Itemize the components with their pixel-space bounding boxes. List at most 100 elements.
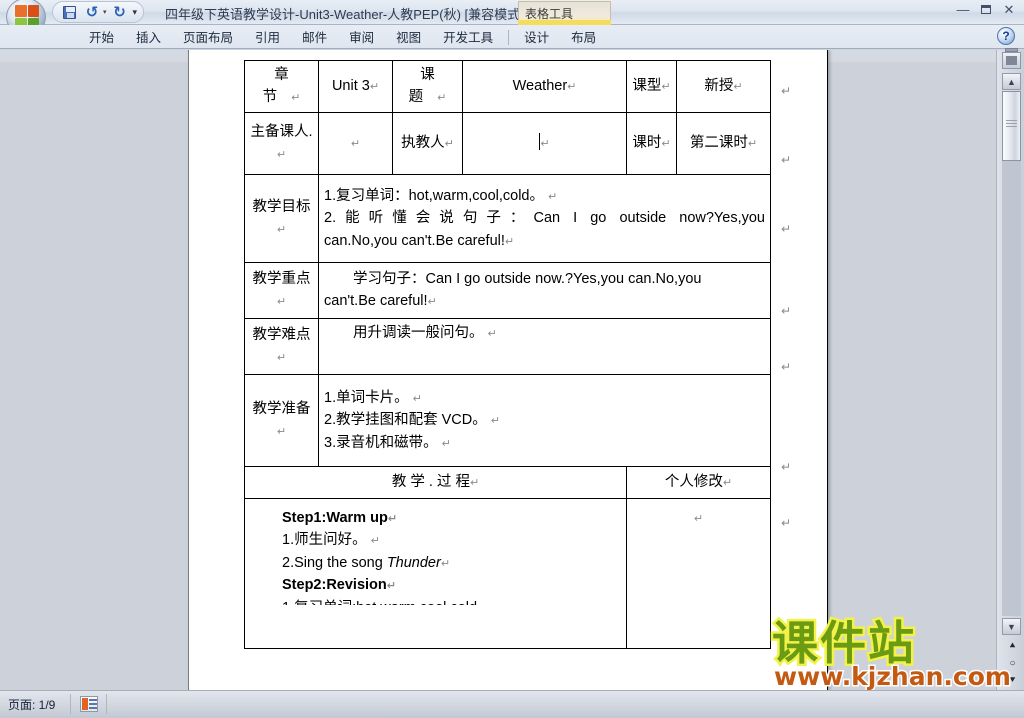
cell-value-periods[interactable]: 第二课时↵ xyxy=(676,111,771,175)
cell-value-difficulty[interactable]: 用升调读一般问句。 ↵ xyxy=(318,317,771,375)
tab-separator xyxy=(508,29,510,45)
undo-dropdown-caret-icon[interactable]: ▾ xyxy=(103,8,107,16)
document-map-icon[interactable] xyxy=(80,696,98,712)
cell-label-objectives[interactable]: 教学目标↵ xyxy=(244,173,319,263)
cell-value-chapter[interactable]: Unit 3↵ xyxy=(318,60,393,113)
cell-personal-edit-body[interactable]: ↵ xyxy=(626,497,771,649)
pilcrow-icon: ↵ xyxy=(661,81,671,94)
table-row-difficulty[interactable]: 教学难点↵ 用升调读一般问句。 ↵ xyxy=(244,317,771,375)
cell-label-preparation[interactable]: 教学准备↵ xyxy=(244,373,319,467)
table-row-process-body[interactable]: Step1:Warm up↵ 1.师生问好。 ↵ 2.Sing the song… xyxy=(244,497,771,649)
tab-developer[interactable]: 开发工具 xyxy=(432,24,504,50)
tab-page-layout[interactable]: 页面布局 xyxy=(172,24,244,50)
pilcrow-icon: ↵ xyxy=(412,392,422,405)
tab-home[interactable]: 开始 xyxy=(78,24,125,50)
cell-personal-edit-header[interactable]: 个人修改↵ xyxy=(626,465,771,499)
pilcrow-icon: ↵ xyxy=(370,535,380,548)
close-button[interactable]: ✕ xyxy=(1002,3,1016,17)
customize-qat-caret-icon[interactable]: ▾ xyxy=(133,7,138,18)
vertical-scrollbar[interactable]: ▲ ▼ ⯅ ○ ⯆ xyxy=(996,48,1024,690)
table-row-chapter[interactable]: 章 节↵ Unit 3↵ 课 题↵ Weather↵ 课型↵ 新授↵ xyxy=(244,60,771,113)
preparation-line-3: 3.录音机和磁带。 ↵ xyxy=(324,434,451,451)
cell-label-key-point[interactable]: 教学重点↵ xyxy=(244,261,319,319)
step2-title: Step2:Revision↵ xyxy=(282,577,396,594)
preparation-line-1: 1.单词卡片。 ↵ xyxy=(324,389,422,406)
pilcrow-icon: ↵ xyxy=(350,138,361,151)
cell-label-chapter[interactable]: 章 节↵ xyxy=(244,60,319,113)
page-indicator[interactable]: 页面: 1/9 xyxy=(8,696,55,713)
document-page[interactable]: 章 节↵ Unit 3↵ 课 题↵ Weather↵ 课型↵ 新授↵ 主备课人.… xyxy=(188,50,828,690)
cell-label-instructor[interactable]: 执教人↵ xyxy=(392,111,463,175)
tab-layout[interactable]: 布局 xyxy=(560,24,607,50)
lesson-plan-table[interactable]: 章 节↵ Unit 3↵ 课 题↵ Weather↵ 课型↵ 新授↵ 主备课人.… xyxy=(244,60,771,649)
cell-label-topic[interactable]: 课 题↵ xyxy=(392,60,463,113)
cell-label-difficulty[interactable]: 教学难点↵ xyxy=(244,317,319,375)
scrollbar-track[interactable] xyxy=(1002,91,1021,616)
cell-value-preparation[interactable]: 1.单词卡片。 ↵ 2.教学挂图和配套 VCD。 ↵ 3.录音机和磁带。 ↵ xyxy=(318,373,771,467)
step1-item-1: 1.师生问好。 ↵ xyxy=(282,532,380,549)
help-button[interactable]: ? xyxy=(997,27,1015,45)
cell-process-header[interactable]: 教 学 . 过 程↵ xyxy=(244,465,627,499)
objective-line-1: 1.复习单词：hot,warm,cool,cold。 ↵ xyxy=(324,187,558,204)
window-controls: — ✕ xyxy=(956,3,1016,17)
pilcrow-icon: ↵ xyxy=(540,138,550,151)
undo-button[interactable]: ↺ xyxy=(82,3,102,21)
pilcrow-icon: ↵ xyxy=(693,512,704,525)
preparation-line-2: 2.教学挂图和配套 VCD。 ↵ xyxy=(324,412,500,429)
minimize-button[interactable]: — xyxy=(956,3,970,17)
pilcrow-icon: ↵ xyxy=(444,138,454,151)
watermark-url: www.kjzhan.com xyxy=(773,661,1013,693)
status-divider xyxy=(70,694,71,714)
quick-access-toolbar: ↺ ▾ ↻ ▾ xyxy=(52,1,145,23)
table-row-preparation[interactable]: 教学准备↵ 1.单词卡片。 ↵ 2.教学挂图和配套 VCD。 ↵ 3.录音机和磁… xyxy=(244,373,771,467)
cell-process-body[interactable]: Step1:Warm up↵ 1.师生问好。 ↵ 2.Sing the song… xyxy=(244,497,627,649)
pilcrow-icon: ↵ xyxy=(733,81,743,94)
document-workspace[interactable]: 章 节↵ Unit 3↵ 课 题↵ Weather↵ 课型↵ 新授↵ 主备课人.… xyxy=(0,50,996,690)
split-view-button[interactable] xyxy=(1002,52,1021,69)
cell-label-main-preparer[interactable]: 主备课人.↵ xyxy=(244,111,319,175)
cell-value-instructor[interactable]: ↵ xyxy=(462,111,627,175)
paragraph-mark-icon: ↵ xyxy=(781,222,792,236)
pilcrow-icon: ↵ xyxy=(441,437,451,450)
scroll-up-button[interactable]: ▲ xyxy=(1002,73,1021,90)
tab-mailings[interactable]: 邮件 xyxy=(291,24,338,50)
cell-value-topic[interactable]: Weather↵ xyxy=(462,60,627,113)
tab-design[interactable]: 设计 xyxy=(513,24,560,50)
pilcrow-icon: ↵ xyxy=(487,327,497,340)
pilcrow-icon: ↵ xyxy=(369,81,380,94)
pilcrow-icon: ↵ xyxy=(490,415,500,428)
pilcrow-icon: ↵ xyxy=(276,426,287,439)
cell-value-main-preparer[interactable]: ↵ xyxy=(318,111,393,175)
pilcrow-icon: ↵ xyxy=(276,352,287,365)
document-title: 四年级下英语教学设计-Unit3-Weather-人教PEP(秋) [兼容模式]… xyxy=(165,4,540,23)
pilcrow-icon: ↵ xyxy=(427,296,437,309)
tab-insert[interactable]: 插入 xyxy=(125,24,172,50)
paragraph-mark-icon: ↵ xyxy=(781,516,792,530)
scrollbar-thumb[interactable] xyxy=(1002,91,1021,161)
tab-review[interactable]: 审阅 xyxy=(338,24,385,50)
pilcrow-icon: ↵ xyxy=(291,92,301,105)
cell-label-lesson-type[interactable]: 课型↵ xyxy=(626,60,677,113)
tab-view[interactable]: 视图 xyxy=(385,24,432,50)
cell-value-key-point[interactable]: 学习句子：Can I go outside now.?Yes,you can.N… xyxy=(318,261,771,319)
pilcrow-icon: ↵ xyxy=(276,296,287,309)
table-row-process-header[interactable]: 教 学 . 过 程↵ 个人修改↵ xyxy=(244,465,771,499)
ribbon-tabs: 开始 插入 页面布局 引用 邮件 审阅 视图 开发工具 设计 布局 xyxy=(78,25,607,49)
title-bar: ↺ ▾ ↻ ▾ 四年级下英语教学设计-Unit3-Weather-人教PEP(秋… xyxy=(0,0,1024,36)
pilcrow-icon: ↵ xyxy=(722,477,733,490)
scrollbar-grip-icon xyxy=(1006,120,1017,127)
cell-value-objectives[interactable]: 1.复习单词：hot,warm,cool,cold。 ↵ 2.能听懂会说句子：C… xyxy=(318,173,771,263)
tab-references[interactable]: 引用 xyxy=(244,24,291,50)
table-row-teachers[interactable]: 主备课人.↵ ↵ 执教人↵ ↵ 课时↵ 第二课时↵ xyxy=(244,111,771,175)
step1-item-2: 2.Sing the song Thunder↵ xyxy=(282,554,451,571)
key-point-line-2: can't.Be careful!↵ xyxy=(324,293,437,310)
cell-label-periods[interactable]: 课时↵ xyxy=(626,111,677,175)
table-row-objectives[interactable]: 教学目标↵ 1.复习单词：hot,warm,cool,cold。 ↵ 2.能听懂… xyxy=(244,173,771,263)
save-button[interactable] xyxy=(59,3,79,21)
cell-value-lesson-type[interactable]: 新授↵ xyxy=(676,60,771,113)
table-row-key-point[interactable]: 教学重点↵ 学习句子：Can I go outside now.?Yes,you… xyxy=(244,261,771,319)
redo-button[interactable]: ↻ xyxy=(110,3,130,21)
objective-line-3: can.No,you can't.Be careful!↵ xyxy=(324,232,515,249)
paragraph-mark-icon: ↵ xyxy=(781,460,792,474)
restore-button[interactable] xyxy=(979,3,993,17)
